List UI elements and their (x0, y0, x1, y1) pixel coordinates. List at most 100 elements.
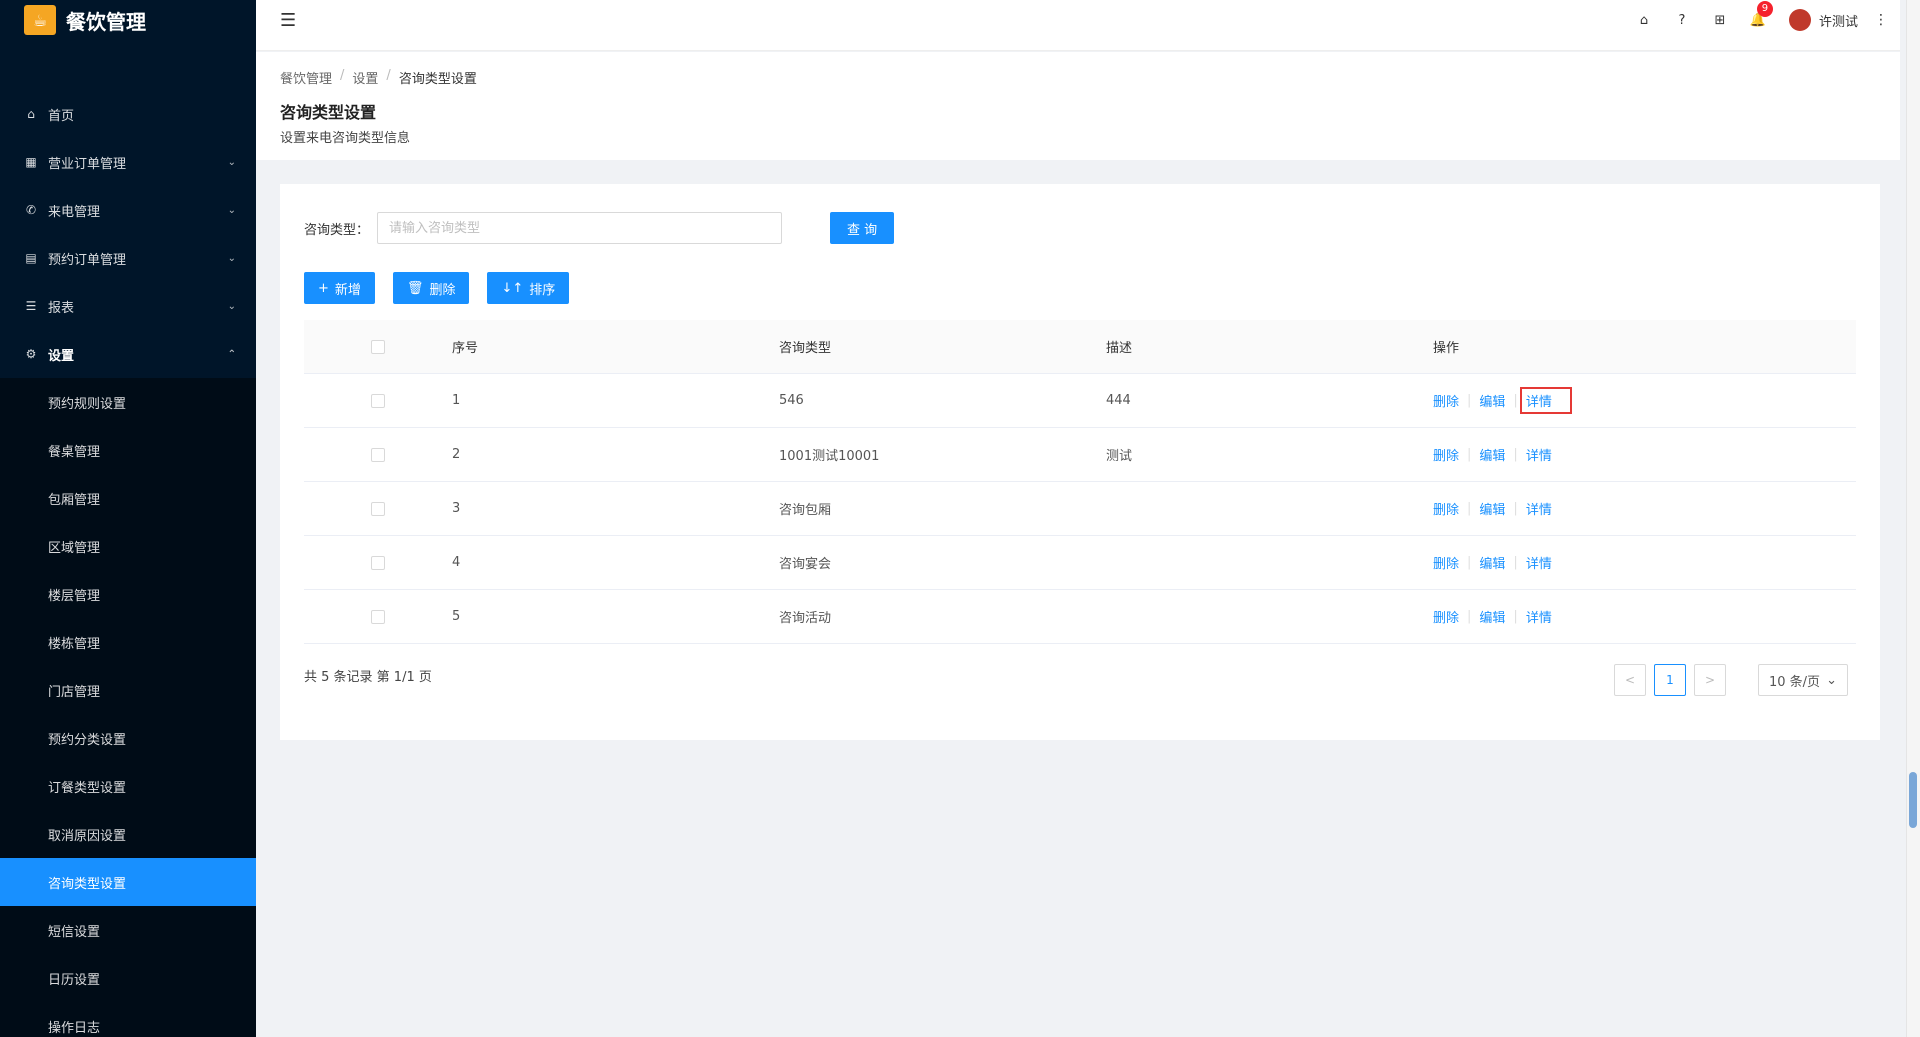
sidebar-subitem[interactable]: 门店管理 (0, 666, 256, 714)
more-icon[interactable]: ⋮ (1874, 12, 1888, 28)
row-detail-link[interactable]: 详情 (1526, 445, 1552, 464)
op-divider: | (1513, 609, 1518, 624)
collapse-menu-icon[interactable]: ☰ (280, 10, 296, 31)
cell-no: 4 (452, 555, 461, 570)
row-checkbox[interactable] (371, 447, 385, 462)
apps-icon[interactable]: ⊞ (1701, 13, 1739, 28)
row-detail-link[interactable]: 详情 (1526, 499, 1552, 518)
op-divider: | (1513, 555, 1518, 570)
sidebar-subitem[interactable]: 预约规则设置 (0, 378, 256, 426)
sidebar-item-reservations[interactable]: ▤ 预约订单管理 ⌄ (0, 234, 256, 282)
table-row: 2 1001测试10001 测试 删除 | 编辑 | 详情 (304, 428, 1856, 482)
sidebar-subitem[interactable]: 区域管理 (0, 522, 256, 570)
sidebar-subitem[interactable]: 取消原因设置 (0, 810, 256, 858)
help-icon[interactable]: ? (1663, 13, 1701, 28)
select-all-checkbox[interactable] (371, 339, 385, 354)
op-divider: | (1467, 393, 1472, 408)
row-edit-link[interactable]: 编辑 (1479, 445, 1505, 464)
cell-type: 546 (779, 393, 804, 408)
page-description: 设置来电咨询类型信息 (280, 131, 411, 146)
plus-icon: + (318, 280, 329, 296)
sidebar-subitem[interactable]: 操作日志 (0, 1002, 256, 1037)
sidebar-subitem-active[interactable]: 咨询类型设置 (0, 858, 256, 906)
column-header-ops: 操作 (1433, 341, 1460, 356)
sidebar-item-calls[interactable]: ✆ 来电管理 ⌄ (0, 186, 256, 234)
query-button[interactable]: 查 询 (830, 212, 895, 244)
page-header: 餐饮管理 / 设置 / 咨询类型设置 咨询类型设置 设置来电咨询类型信息 (256, 52, 1900, 160)
search-input[interactable] (377, 212, 783, 244)
prev-page-button[interactable]: < (1614, 664, 1646, 696)
sidebar-item-label: 来电管理 (48, 204, 101, 220)
sidebar-subitem[interactable]: 订餐类型设置 (0, 762, 256, 810)
row-edit-link[interactable]: 编辑 (1479, 607, 1505, 626)
row-checkbox[interactable] (371, 393, 385, 408)
cell-ops: 删除 | 编辑 | 详情 (1433, 445, 1856, 464)
sidebar-subitem[interactable]: 日历设置 (0, 954, 256, 1002)
row-delete-link[interactable]: 删除 (1433, 445, 1459, 464)
table-row: 1 546 444 删除 | 编辑 | 详情 (304, 374, 1856, 428)
row-detail-link[interactable]: 详情 (1526, 553, 1552, 572)
chevron-up-icon: ⌃ (227, 348, 236, 360)
sidebar-item-label: 首页 (48, 108, 75, 124)
sidebar-subitem[interactable]: 预约分类设置 (0, 714, 256, 762)
logo: ☕ 餐饮管理 (0, 0, 256, 40)
gear-icon: ⚙ (25, 347, 37, 361)
row-checkbox[interactable] (371, 609, 385, 624)
sidebar-subitem[interactable]: 短信设置 (0, 906, 256, 954)
sidebar-item-home[interactable]: ⌂ 首页 (0, 90, 256, 138)
chevron-down-icon: ⌄ (1826, 672, 1837, 688)
pagination: < 1 > 10 条/页 ⌄ (1614, 664, 1848, 696)
search-label: 咨询类型： (304, 222, 370, 238)
next-page-button[interactable]: > (1694, 664, 1726, 696)
sidebar-subitem[interactable]: 餐桌管理 (0, 426, 256, 474)
op-divider: | (1467, 609, 1472, 624)
search-form: 咨询类型： 查 询 (304, 212, 895, 244)
op-divider: | (1467, 555, 1472, 570)
sidebar-subitem[interactable]: 楼层管理 (0, 570, 256, 618)
row-detail-link[interactable]: 详情 (1526, 607, 1552, 626)
row-delete-link[interactable]: 删除 (1433, 391, 1459, 410)
calendar-icon: ▦ (25, 155, 37, 169)
chevron-down-icon: ⌄ (227, 300, 236, 312)
delete-button[interactable]: 🗑 删除 (392, 272, 470, 304)
row-delete-link[interactable]: 删除 (1433, 553, 1459, 572)
page-size-select[interactable]: 10 条/页 ⌄ (1758, 664, 1848, 696)
list-icon: ▤ (25, 251, 37, 265)
sort-button-label: 排序 (529, 282, 556, 298)
vertical-scrollbar[interactable] (1906, 0, 1920, 1037)
sidebar-item-reports[interactable]: ☰ 报表 ⌄ (0, 282, 256, 330)
sort-button[interactable]: ↓↑ 排序 (487, 272, 570, 304)
breadcrumb-item[interactable]: 设置 (352, 68, 378, 87)
row-edit-link[interactable]: 编辑 (1479, 553, 1505, 572)
row-checkbox[interactable] (371, 555, 385, 570)
row-check-cell (304, 609, 452, 624)
header-actions: ⌂ ? ⊞ 🔔 9 许测试 ⋮ (1625, 0, 1900, 40)
sidebar-item-label: 预约订单管理 (48, 252, 127, 268)
home-icon[interactable]: ⌂ (1625, 13, 1663, 28)
sidebar-subitem[interactable]: 楼栋管理 (0, 618, 256, 666)
cell-type: 咨询包厢 (779, 503, 832, 518)
row-edit-link[interactable]: 编辑 (1479, 391, 1505, 410)
cell-no: 2 (452, 447, 461, 462)
add-button[interactable]: + 新增 (304, 272, 375, 304)
trash-icon: 🗑 (406, 280, 424, 296)
row-check-cell (304, 393, 452, 408)
row-checkbox[interactable] (371, 501, 385, 516)
row-delete-link[interactable]: 删除 (1433, 607, 1459, 626)
page-button-current[interactable]: 1 (1654, 664, 1686, 696)
sidebar-item-settings[interactable]: ⚙ 设置 ⌃ (0, 330, 256, 378)
avatar[interactable] (1788, 9, 1811, 31)
sidebar-item-business-orders[interactable]: ▦ 营业订单管理 ⌄ (0, 138, 256, 186)
sidebar-subitem[interactable]: 包厢管理 (0, 474, 256, 522)
username[interactable]: 许测试 (1819, 11, 1858, 30)
notification-button[interactable]: 🔔 9 (1739, 0, 1777, 28)
chevron-down-icon: ⌄ (227, 156, 236, 168)
cell-ops: 删除 | 编辑 | 详情 (1433, 499, 1856, 518)
breadcrumb-item[interactable]: 餐饮管理 (280, 68, 332, 87)
row-edit-link[interactable]: 编辑 (1479, 499, 1505, 518)
breadcrumb-separator: / (340, 68, 345, 83)
scrollbar-thumb[interactable] (1909, 772, 1917, 828)
row-detail-link-highlighted[interactable]: 详情 (1519, 387, 1572, 414)
breadcrumb: 餐饮管理 / 设置 / 咨询类型设置 (280, 68, 1900, 87)
row-delete-link[interactable]: 删除 (1433, 499, 1459, 518)
